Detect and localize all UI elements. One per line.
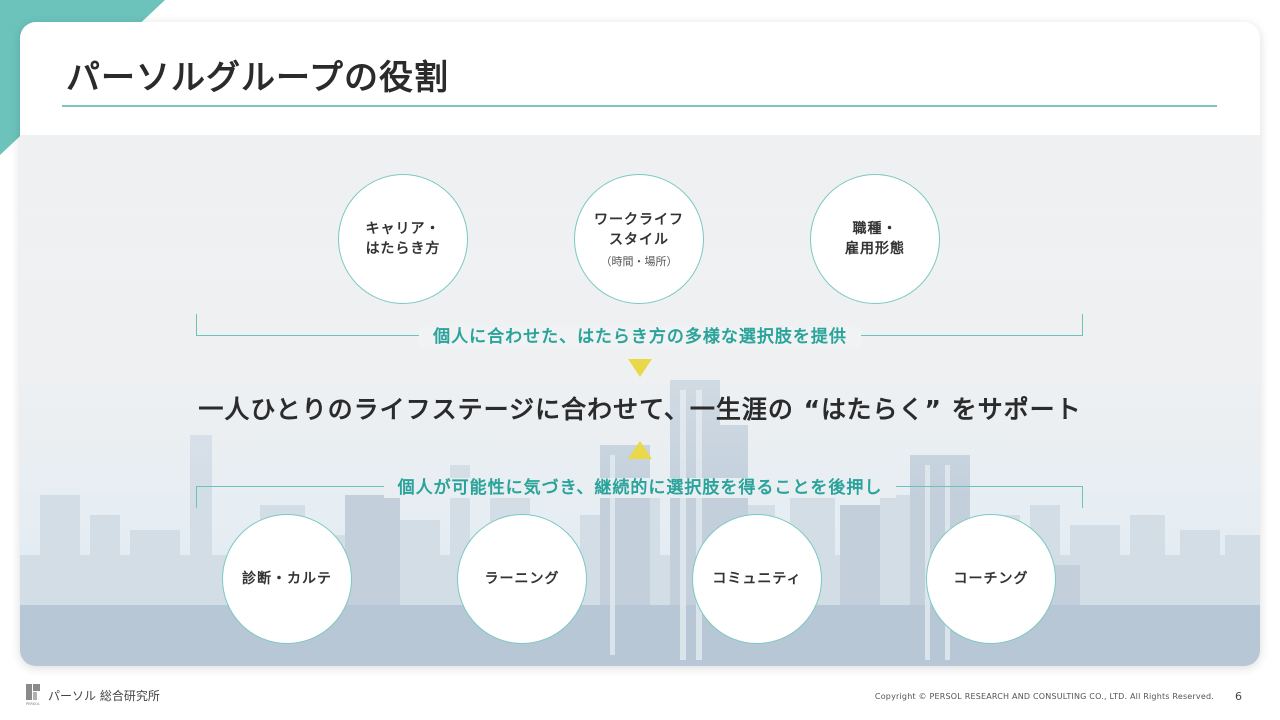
circle-label: コーチング xyxy=(953,571,1029,587)
circle-label-line2: スタイル xyxy=(609,231,669,248)
circle-learning: ラーニング xyxy=(457,514,587,644)
page-title: パーソルグループの役割 xyxy=(66,58,449,98)
circle-diagnosis: 診断・カルテ xyxy=(222,514,352,644)
circle-label: コミュニティ xyxy=(712,571,802,587)
title-underline xyxy=(62,105,1217,107)
circle-label: キャリア・ はたらき方 xyxy=(366,219,441,259)
persol-logo: PERSOL パーソル 総合研究所 xyxy=(26,684,160,706)
circle-label: ラーニング xyxy=(484,571,560,587)
caption-top: 個人に合わせた、はたらき方の多様な選択肢を提供 xyxy=(0,322,1280,347)
circle-label-line1: ワークライフ xyxy=(594,211,684,228)
caption-top-text: 個人に合わせた、はたらき方の多様な選択肢を提供 xyxy=(419,327,861,347)
circle-label: ワークライフ スタイル xyxy=(594,210,684,250)
circle-label-line1: キャリア・ xyxy=(365,221,441,237)
circle-coaching: コーチング xyxy=(926,514,1056,644)
circle-worklife-style: ワークライフ スタイル （時間・場所） xyxy=(574,174,704,304)
logo-small-text: PERSOL xyxy=(26,702,40,706)
arrow-down-icon xyxy=(628,359,652,377)
circle-label: 職種・ 雇用形態 xyxy=(845,219,905,259)
circle-career-workstyle: キャリア・ はたらき方 xyxy=(338,174,468,304)
circle-job-employment: 職種・ 雇用形態 xyxy=(810,174,940,304)
persol-mark-icon: PERSOL xyxy=(26,684,40,706)
caption-bottom: 個人が可能性に気づき、継続的に選択肢を得ることを後押し xyxy=(0,473,1280,498)
main-headline: 一人ひとりのライフステージに合わせて、一生涯の “はたらく” をサポート xyxy=(198,395,1082,424)
caption-bottom-text: 個人が可能性に気づき、継続的に選択肢を得ることを後押し xyxy=(383,478,897,498)
circle-label-line2: はたらき方 xyxy=(365,241,441,257)
circle-label-line2: 雇用形態 xyxy=(845,241,905,257)
circle-label-line1: 職種・ xyxy=(852,221,898,237)
arrow-up-icon xyxy=(628,441,652,459)
circle-community: コミュニティ xyxy=(692,514,822,644)
page-number: 6 xyxy=(1235,690,1242,703)
circle-label: 診断・カルテ xyxy=(242,571,332,587)
copyright: Copyright © PERSOL RESEARCH AND CONSULTI… xyxy=(874,692,1214,701)
logo-text: パーソル 総合研究所 xyxy=(48,688,160,703)
circle-sublabel: （時間・場所） xyxy=(600,254,678,268)
